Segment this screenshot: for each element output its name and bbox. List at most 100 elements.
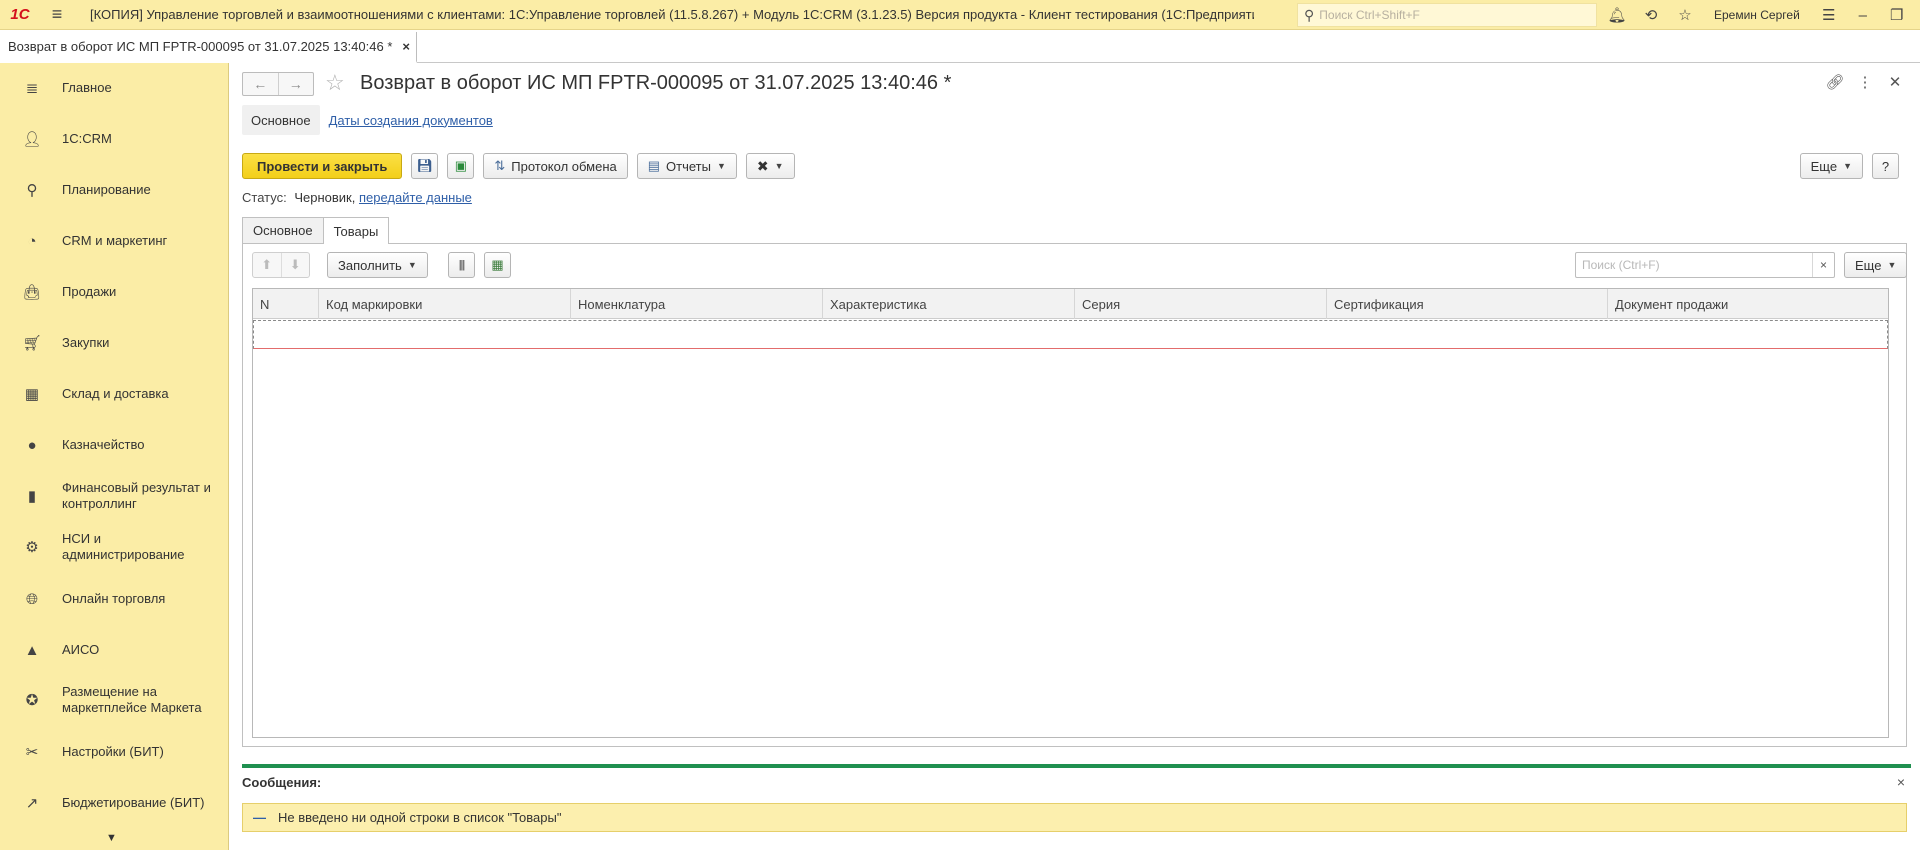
sidebar-item-main[interactable]: ≣ Главное bbox=[0, 73, 229, 103]
restore-icon[interactable]: ❐ bbox=[1880, 0, 1914, 30]
sidebar-item-admin[interactable]: ⚙ НСИ и администрирование bbox=[0, 530, 229, 564]
clear-search-icon[interactable]: × bbox=[1812, 253, 1834, 277]
link-icon[interactable]: 🔗︎ bbox=[1820, 73, 1850, 91]
post-and-close-button[interactable]: Провести и закрыть bbox=[242, 153, 403, 179]
favorite-star-icon[interactable]: ☆ bbox=[325, 70, 345, 96]
messages-title: Сообщения: bbox=[242, 774, 322, 790]
sidebar-item-marketplace[interactable]: ✪ Размещение на маркетплейсе Маркета bbox=[0, 683, 229, 717]
message-text: Не введено ни одной строки в список "Тов… bbox=[278, 810, 562, 825]
messages-header: Сообщения: × bbox=[242, 768, 1911, 796]
history-icon[interactable]: ⟲ bbox=[1634, 0, 1668, 30]
tools-icon: ✖ bbox=[756, 157, 769, 174]
column-header-certification[interactable]: Сертификация bbox=[1327, 289, 1608, 319]
reports-button[interactable]: ▤ Отчеты ▼ bbox=[636, 153, 737, 179]
minimize-icon[interactable]: – bbox=[1846, 0, 1880, 30]
tools-button[interactable]: ✖ ▼ bbox=[745, 153, 795, 179]
sidebar-item-sales[interactable]: 👜︎ Продажи bbox=[0, 277, 229, 307]
goods-panel: ⬆ ⬇ Заполнить ▼ ||| ▦ Поиск (Ctrl+F) × Е… bbox=[242, 243, 1908, 747]
open-document-tab-label: Возврат в оборот ИС МП FPTR-000095 от 31… bbox=[8, 39, 393, 54]
app-logo[interactable]: 1С bbox=[0, 0, 40, 30]
close-tab-icon[interactable]: × bbox=[402, 39, 410, 54]
global-search-input[interactable]: ⚲ Поиск Ctrl+Shift+F bbox=[1297, 3, 1597, 27]
column-header-nomenclature[interactable]: Номенклатура bbox=[571, 289, 823, 319]
crm-user-icon: 👤︎ bbox=[22, 131, 42, 148]
chevron-down-icon: ▼ bbox=[407, 260, 417, 270]
sidebar-item-financial-result[interactable]: ▮ Финансовый результат и контроллинг bbox=[0, 479, 229, 513]
sidebar-item-planning[interactable]: ⚲ Планирование bbox=[0, 175, 229, 205]
fill-group: Заполнить ▼ bbox=[327, 252, 437, 278]
market-icon: ✪ bbox=[25, 692, 39, 709]
forward-arrow-icon[interactable]: → bbox=[279, 73, 314, 95]
sidebar-item-settings-bit[interactable]: ✂ Настройки (БИТ) bbox=[0, 737, 229, 767]
global-search-placeholder: Поиск Ctrl+Shift+F bbox=[1319, 8, 1420, 22]
close-form-icon[interactable]: ✕ bbox=[1880, 73, 1910, 91]
messages-panel: Сообщения: × — Не введено ни одной строк… bbox=[242, 764, 1911, 850]
bar-chart-icon: ▮ bbox=[27, 488, 37, 505]
main-menu-icon[interactable]: ≡ bbox=[40, 0, 74, 30]
move-up-icon[interactable]: ⬆ bbox=[253, 253, 282, 277]
tools-icon: ✂ bbox=[25, 744, 39, 761]
save-icon: 💾︎ bbox=[416, 158, 434, 173]
sidebar-item-aiso[interactable]: ▲ АИСО bbox=[0, 635, 229, 665]
close-messages-icon[interactable]: × bbox=[1897, 774, 1905, 790]
save-button[interactable]: 💾︎ bbox=[411, 153, 439, 179]
barcode-group: ||| ▦ bbox=[448, 252, 520, 278]
more-label: Еще bbox=[1810, 158, 1838, 174]
title-bar: 1С ≡ [КОПИЯ] Управление торговлей и взаи… bbox=[0, 0, 1920, 30]
sidebar-item-label: Планирование bbox=[62, 182, 151, 197]
barcode-scan-button[interactable]: ||| bbox=[448, 252, 475, 278]
post-button[interactable]: ▣ bbox=[447, 153, 475, 179]
tab-goods[interactable]: Товары bbox=[323, 217, 390, 244]
tab-main[interactable]: Основное bbox=[242, 105, 320, 135]
pick-items-button[interactable]: ▦ bbox=[484, 252, 511, 278]
sidebar-item-purchases[interactable]: 🛒︎ Закупки bbox=[0, 328, 229, 358]
sidebar-item-label: Онлайн торговля bbox=[62, 591, 166, 606]
more-vertical-icon[interactable]: ⋮ bbox=[1850, 73, 1880, 91]
open-document-tab[interactable]: Возврат в оборот ИС МП FPTR-000095 от 31… bbox=[0, 32, 417, 63]
help-button[interactable]: ? bbox=[1872, 153, 1899, 179]
table-search-input[interactable]: Поиск (Ctrl+F) × bbox=[1575, 252, 1835, 278]
sidebar-item-label: АИСО bbox=[62, 642, 100, 657]
more-button[interactable]: Еще ▼ bbox=[1799, 153, 1863, 179]
form-navigation: Основное Даты создания документов bbox=[242, 105, 502, 135]
move-down-icon[interactable]: ⬇ bbox=[282, 253, 310, 277]
scroll-down-icon[interactable]: ▼ bbox=[106, 832, 117, 844]
status-value: Черновик, bbox=[294, 190, 356, 205]
sidebar-item-label: Размещение на маркетплейсе Маркета bbox=[62, 684, 202, 715]
sidebar-item-crm[interactable]: 👤︎ 1С:CRM bbox=[0, 124, 229, 154]
pie-icon: ◔ bbox=[27, 232, 37, 250]
bell-icon[interactable]: 🔔︎ bbox=[1600, 0, 1634, 30]
back-arrow-icon[interactable]: ← bbox=[243, 73, 279, 95]
tab-document-dates[interactable]: Даты создания документов bbox=[320, 113, 502, 128]
status-label: Статус: bbox=[242, 190, 287, 205]
sidebar-item-label: Склад и доставка bbox=[62, 386, 169, 401]
sidebar-item-online-trade[interactable]: 🌐︎ Онлайн торговля bbox=[0, 584, 229, 614]
table-more-button[interactable]: Еще ▼ bbox=[1844, 252, 1908, 278]
tab-inner-main[interactable]: Основное bbox=[242, 217, 324, 243]
column-header-n[interactable]: N bbox=[253, 289, 319, 319]
sidebar-item-treasury[interactable]: ● Казначейство bbox=[0, 430, 229, 460]
sidebar-item-label: 1С:CRM bbox=[62, 131, 112, 146]
sidebar-item-crm-marketing[interactable]: ◔ CRM и маркетинг bbox=[0, 226, 229, 256]
column-header-series[interactable]: Серия bbox=[1075, 289, 1327, 319]
settings-menu-icon[interactable]: ☰ bbox=[1812, 0, 1846, 30]
sidebar-item-budget-bit[interactable]: ↗ Бюджетирование (БИТ) bbox=[0, 788, 229, 818]
aiso-icon: ▲ bbox=[24, 641, 40, 659]
pick-table-icon: ▦ bbox=[491, 257, 504, 272]
exchange-icon: ⇅ bbox=[494, 158, 506, 173]
column-header-sales-document[interactable]: Документ продажи bbox=[1608, 289, 1888, 319]
table-header: N Код маркировки Номенклатура Характерис… bbox=[253, 289, 1888, 319]
table-row-empty[interactable] bbox=[253, 320, 1888, 349]
close-window-icon[interactable]: ✕ bbox=[1914, 0, 1920, 30]
favorites-star-icon[interactable]: ☆ bbox=[1668, 0, 1702, 30]
send-data-link[interactable]: передайте данные bbox=[359, 190, 472, 205]
sidebar-item-warehouse[interactable]: ▦ Склад и доставка bbox=[0, 379, 229, 409]
sidebar-item-label: Настройки (БИТ) bbox=[62, 744, 164, 759]
column-header-marking-code[interactable]: Код маркировки bbox=[319, 289, 571, 319]
user-name[interactable]: Еремин Сергей bbox=[1702, 8, 1812, 22]
column-header-characteristic[interactable]: Характеристика bbox=[823, 289, 1075, 319]
message-item[interactable]: — Не введено ни одной строки в список "Т… bbox=[242, 803, 1907, 832]
exchange-protocol-button[interactable]: ⇅ Протокол обмена bbox=[483, 153, 628, 179]
form-page-tabs: Основное Товары bbox=[242, 217, 390, 244]
fill-button[interactable]: Заполнить ▼ bbox=[327, 252, 428, 278]
